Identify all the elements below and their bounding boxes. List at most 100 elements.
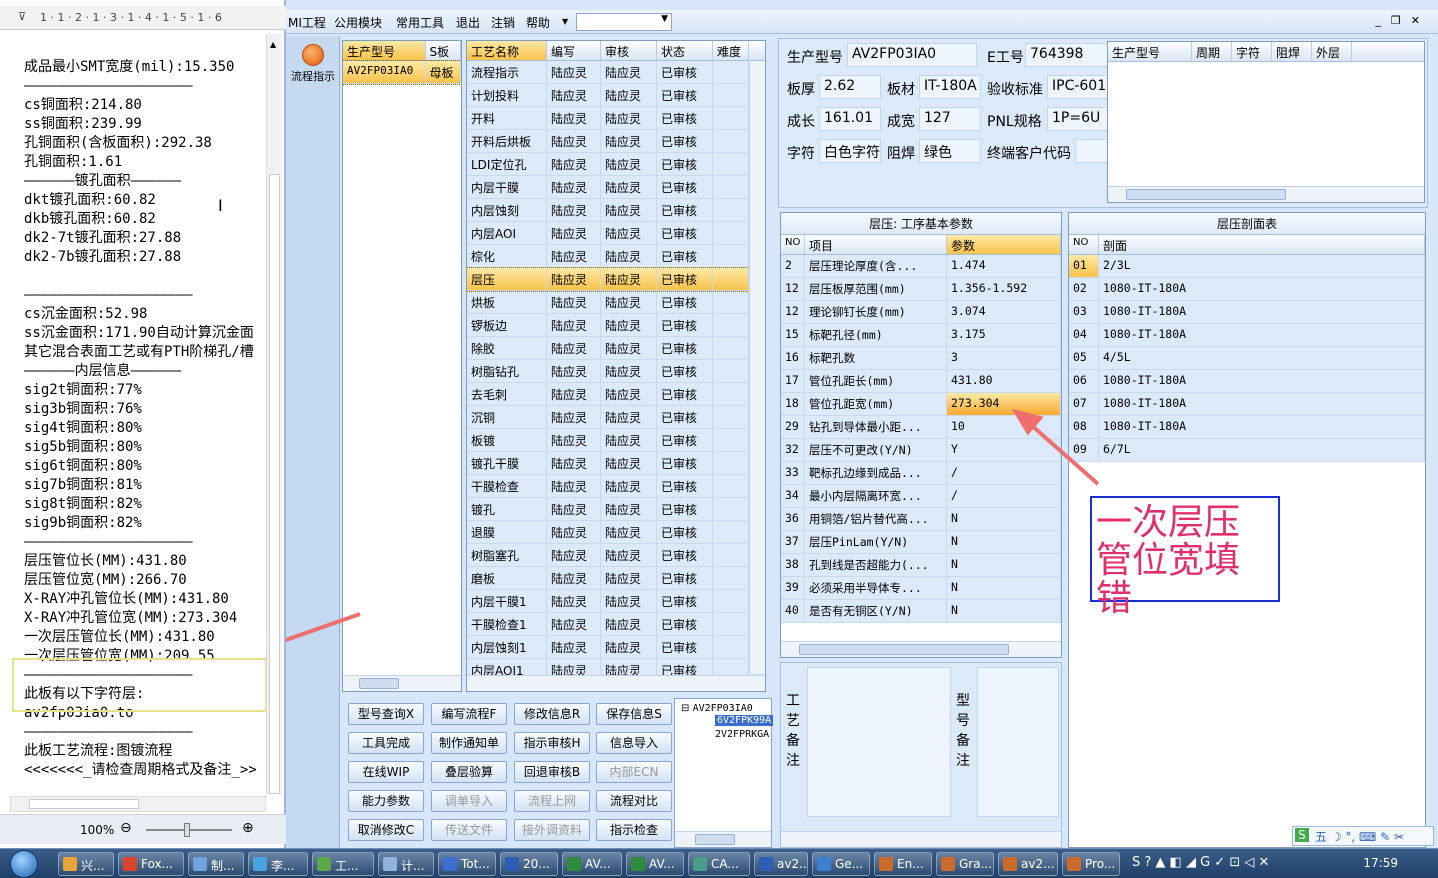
table-row[interactable]: 33 靶标孔边缘到成品... / <box>781 462 1061 485</box>
taskbar-button[interactable]: 制... <box>188 852 244 876</box>
table-row[interactable]: 40 是否有无铜区(Y/N) N <box>781 600 1061 623</box>
table-row[interactable]: 干膜检查1 陆应灵 陆应灵 已审核 <box>467 613 765 636</box>
taskbar-button[interactable]: En... <box>874 852 932 876</box>
table-row[interactable]: 流程指示 陆应灵 陆应灵 已审核 <box>467 61 765 84</box>
process-indicator-button[interactable]: 流程指示 <box>290 42 336 92</box>
zoom-thumb[interactable] <box>184 823 190 837</box>
ime-toolbar[interactable]: S 五 ☽ °, ⌨ ✎ ✂ <box>1292 826 1434 846</box>
tree-node[interactable]: 2V2FPRKGA <box>715 729 769 740</box>
col-writer[interactable]: 编写 <box>547 41 601 60</box>
action-button[interactable]: 编写流程F <box>431 703 507 725</box>
action-button[interactable]: 在线WIP <box>348 761 424 783</box>
table-row[interactable]: 36 用铜箔/铝片替代高... N <box>781 508 1061 531</box>
action-button[interactable]: 指示检查 <box>596 819 672 841</box>
table-row[interactable]: 01 2/3L <box>1069 255 1425 278</box>
table-row[interactable]: 04 1080-IT-180A <box>1069 324 1425 347</box>
taskbar-button[interactable]: CA... <box>688 852 750 876</box>
action-button[interactable]: 型号查询X <box>348 703 424 725</box>
tab-stop-icon[interactable]: ⊽ <box>18 10 26 23</box>
table-row[interactable]: 层压 陆应灵 陆应灵 已审核 <box>467 267 765 292</box>
action-button[interactable]: 流程对比 <box>596 790 672 812</box>
table-row[interactable]: 开料后烘板 陆应灵 陆应灵 已审核 <box>467 130 765 153</box>
thickness-field[interactable]: 2.62 <box>819 75 881 99</box>
table-row[interactable]: 17 管位孔距长(mm) 431.80 <box>781 370 1061 393</box>
action-button[interactable]: 内部ECN <box>596 761 672 783</box>
process-grid-vscroll[interactable] <box>749 61 765 673</box>
col-difficulty[interactable]: 难度 <box>713 41 749 60</box>
col-model[interactable]: 生产型号 <box>1108 42 1192 61</box>
table-row[interactable]: AV2FP03IA0 母板 <box>343 60 461 85</box>
table-row[interactable]: 29 钻孔到导体最小距... 10 <box>781 416 1061 439</box>
action-button[interactable]: 传送文件 <box>431 819 507 841</box>
col-section[interactable]: 剖面 <box>1099 235 1425 254</box>
col-process-name[interactable]: 工艺名称 <box>467 41 547 60</box>
col-mask[interactable]: 阻焊 <box>1272 42 1312 61</box>
action-button[interactable]: 叠层验算 <box>431 761 507 783</box>
action-button[interactable]: 流程上网 <box>514 790 590 812</box>
table-row[interactable]: 板镀 陆应灵 陆应灵 已审核 <box>467 429 765 452</box>
table-row[interactable]: 锣板边 陆应灵 陆应灵 已审核 <box>467 314 765 337</box>
minimize-icon[interactable]: _ <box>1375 14 1391 27</box>
table-row[interactable]: 树脂塞孔 陆应灵 陆应灵 已审核 <box>467 544 765 567</box>
table-row[interactable]: 38 孔到线是否超能力(... N <box>781 554 1061 577</box>
length-field[interactable]: 161.01 <box>819 107 881 131</box>
table-row[interactable]: 开料 陆应灵 陆应灵 已审核 <box>467 107 765 130</box>
table-row[interactable]: 镀孔 陆应灵 陆应灵 已审核 <box>467 498 765 521</box>
action-button[interactable]: 修改信息R <box>514 703 590 725</box>
table-row[interactable]: 烘板 陆应灵 陆应灵 已审核 <box>467 291 765 314</box>
model-field[interactable]: AV2FP03IA0 <box>847 43 977 67</box>
table-row[interactable]: 12 理论铆钉长度(mm) 3.074 <box>781 301 1061 324</box>
action-button[interactable]: 能力参数 <box>348 790 424 812</box>
scroll-thumb[interactable] <box>269 174 280 794</box>
process-note-field[interactable] <box>807 667 951 817</box>
table-row[interactable]: 16 标靶孔数 3 <box>781 347 1061 370</box>
restore-icon[interactable]: ❐ <box>1391 14 1411 27</box>
col-no[interactable]: NO <box>1069 235 1099 254</box>
tray-icons[interactable]: S ? ▲ ◧ ◢ G ✓ ⊡ ◁ ✕ <box>1132 855 1269 870</box>
chevron-up-icon[interactable]: ▲ <box>270 40 276 49</box>
menu-combo[interactable]: ▼ <box>576 13 672 31</box>
clock[interactable]: 17:59 <box>1363 856 1398 870</box>
table-row[interactable]: 内层干膜 陆应灵 陆应灵 已审核 <box>467 176 765 199</box>
document-vscroll[interactable]: ▲ <box>266 34 282 794</box>
taskbar-button[interactable]: Gra... <box>936 852 994 876</box>
notes-hscroll[interactable] <box>781 831 1061 847</box>
col-param[interactable]: 参数 <box>947 235 1061 254</box>
taskbar-button[interactable]: 计... <box>378 852 434 876</box>
ime-mode-icon[interactable]: 五 ☽ °, ⌨ ✎ ✂ <box>1315 828 1404 845</box>
table-row[interactable]: 内层干膜1 陆应灵 陆应灵 已审核 <box>467 590 765 613</box>
table-row[interactable]: 32 层压不可更改(Y/N) Y <box>781 439 1061 462</box>
menu-logout[interactable]: 注销 <box>491 14 515 31</box>
table-row[interactable]: 15 标靶孔径(mm) 3.175 <box>781 324 1061 347</box>
action-button[interactable]: 指示审核H <box>514 732 590 754</box>
table-row[interactable]: 磨板 陆应灵 陆应灵 已审核 <box>467 567 765 590</box>
model-note-field[interactable] <box>977 667 1059 817</box>
table-row[interactable]: 内层蚀刻1 陆应灵 陆应灵 已审核 <box>467 636 765 659</box>
taskbar-button[interactable]: av2... <box>998 852 1058 876</box>
action-button[interactable]: 制作通知单 <box>431 732 507 754</box>
action-button[interactable]: 调单导入 <box>431 790 507 812</box>
char-field[interactable]: 白色字符 <box>819 139 881 163</box>
table-row[interactable]: 除胶 陆应灵 陆应灵 已审核 <box>467 337 765 360</box>
table-row[interactable]: 12 层压板厚范围(mm) 1.356-1.592 <box>781 278 1061 301</box>
standard-field[interactable]: IPC-6012 <box>1047 75 1109 99</box>
zoom-out-icon[interactable]: ⊖ <box>120 820 132 836</box>
table-row[interactable]: 39 必须采用半导体专... N <box>781 577 1061 600</box>
table-row[interactable]: 2 层压理论厚度(含... 1.474 <box>781 255 1061 278</box>
pnl-field[interactable]: 1P=6U <box>1047 107 1109 131</box>
table-row[interactable]: 09 6/7L <box>1069 439 1425 462</box>
action-button[interactable]: 保存信息S <box>596 703 672 725</box>
table-row[interactable]: 07 1080-IT-180A <box>1069 393 1425 416</box>
table-row[interactable]: 06 1080-IT-180A <box>1069 370 1425 393</box>
taskbar-button[interactable]: AV... <box>626 852 684 876</box>
taskbar-button[interactable]: 20... <box>500 852 558 876</box>
taskbar-button[interactable]: Ge... <box>812 852 870 876</box>
menu-help-dropdown-icon[interactable]: ▼ <box>562 17 568 26</box>
table-row[interactable]: 37 层压PinLam(Y/N) N <box>781 531 1061 554</box>
table-row[interactable]: 计划投料 陆应灵 陆应灵 已审核 <box>467 84 765 107</box>
taskbar-button[interactable]: 李... <box>248 852 308 876</box>
table-row[interactable]: 08 1080-IT-180A <box>1069 416 1425 439</box>
table-row[interactable]: 去毛刺 陆应灵 陆应灵 已审核 <box>467 383 765 406</box>
layer-param-hscroll[interactable] <box>781 641 1061 657</box>
menu-help[interactable]: 帮助 <box>526 14 550 31</box>
